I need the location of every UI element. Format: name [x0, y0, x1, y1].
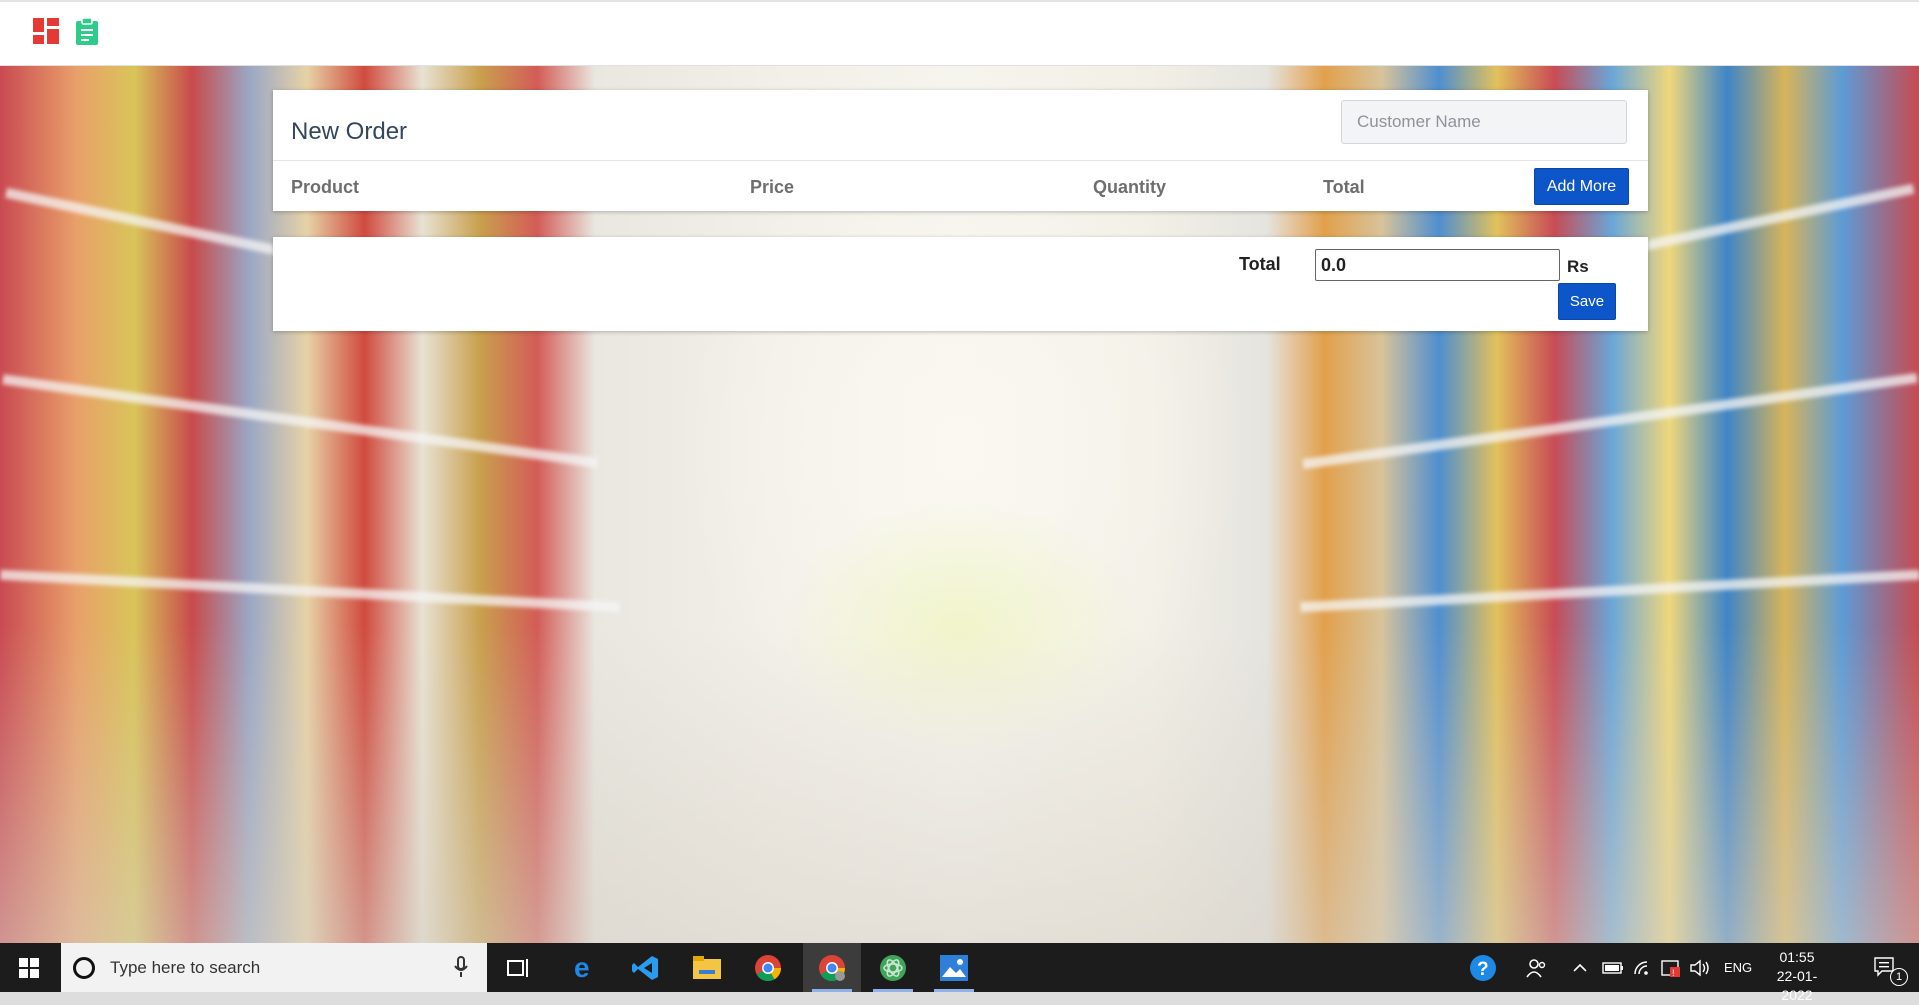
grand-total-field[interactable]: [1315, 249, 1560, 281]
search-placeholder: Type here to search: [110, 958, 261, 977]
chevron-up-icon[interactable]: [1570, 943, 1590, 992]
photos-icon[interactable]: [925, 943, 983, 992]
top-navbar: [0, 0, 1919, 66]
background-shelf: [2, 374, 598, 468]
currency-label: Rs: [1567, 257, 1589, 276]
cortana-icon: [73, 957, 95, 979]
clipboard-icon[interactable]: [75, 17, 101, 45]
task-view-button[interactable]: [490, 943, 548, 992]
svg-text:?: ?: [1477, 959, 1489, 980]
column-header-total: Total: [1323, 177, 1365, 197]
windows-icon: [19, 957, 39, 978]
background-shelf: [1300, 569, 1919, 613]
taskbar-clock[interactable]: 01:55 22-01-2022: [1762, 948, 1832, 1005]
task-view-icon: [507, 958, 528, 977]
clock-time: 01:55: [1779, 949, 1815, 965]
column-header-quantity: Quantity: [1093, 177, 1167, 197]
chrome-icon[interactable]: [739, 943, 797, 992]
background-shelf: [0, 569, 620, 613]
background-shelf: [1302, 372, 1918, 470]
taskbar: Type here to search e ? ! ENG 01:55 22-0…: [0, 943, 1919, 1003]
help-icon[interactable]: ?: [1468, 943, 1498, 992]
svg-text:e: e: [574, 955, 590, 981]
svg-text:!: !: [1672, 968, 1675, 978]
save-button[interactable]: Save: [1558, 283, 1616, 320]
column-header-price: Price: [750, 177, 795, 197]
language-indicator[interactable]: ENG: [1724, 960, 1752, 975]
microphone-icon[interactable]: [454, 956, 468, 978]
atom-icon[interactable]: [864, 943, 922, 992]
divider: [273, 160, 1648, 161]
order-summary-card: Total Rs Save: [273, 237, 1648, 331]
clock-date: 22-01-2022: [1776, 968, 1818, 1003]
windows-start-button[interactable]: [0, 943, 58, 992]
security-alert-icon[interactable]: !: [1658, 943, 1684, 992]
edge-icon[interactable]: e: [556, 943, 614, 992]
add-more-button[interactable]: Add More: [1534, 168, 1629, 205]
file-explorer-icon[interactable]: [678, 943, 736, 992]
battery-icon[interactable]: [1600, 943, 1626, 992]
dashboard-icon[interactable]: [33, 18, 59, 44]
volume-icon[interactable]: [1688, 943, 1714, 992]
chrome-profile-icon[interactable]: [803, 943, 861, 992]
new-order-card: New Order Product Price Quantity Total A…: [273, 90, 1648, 211]
column-header-product: Product: [291, 177, 360, 197]
grand-total-label: Total: [1239, 254, 1281, 274]
vscode-icon[interactable]: [617, 943, 675, 992]
people-icon[interactable]: [1522, 943, 1552, 992]
customer-name-input[interactable]: [1341, 100, 1627, 144]
background-floor: [0, 626, 1919, 943]
taskbar-search[interactable]: Type here to search: [61, 943, 487, 992]
wifi-icon[interactable]: [1630, 943, 1656, 992]
notification-center-button[interactable]: 1: [1866, 943, 1908, 992]
notification-count-badge: 1: [1890, 968, 1908, 986]
page-title: New Order: [291, 118, 408, 145]
